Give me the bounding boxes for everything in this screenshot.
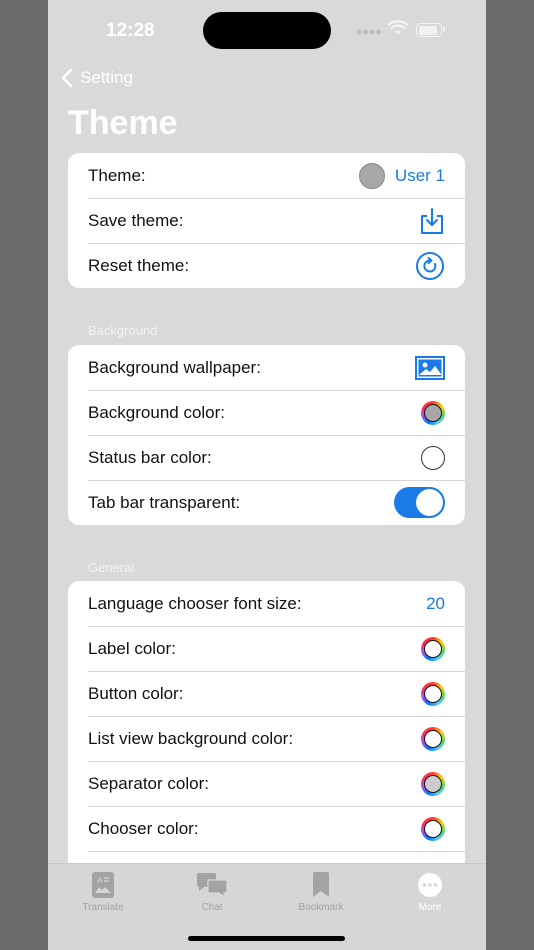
background-group: Background wallpaper: Background color: … (68, 345, 465, 525)
status-bar: 12:28 (48, 0, 486, 60)
save-theme-label: Save theme: (88, 210, 184, 230)
font-size-row[interactable]: Language chooser font size: 20 (68, 581, 465, 626)
separator-color-label: Separator color: (88, 773, 209, 793)
status-bar-color-swatch[interactable] (421, 445, 445, 470)
background-wallpaper-row: Background wallpaper: (68, 345, 465, 390)
background-wallpaper-label: Background wallpaper: (88, 357, 261, 377)
cellular-signal-icon (356, 29, 381, 35)
dynamic-island (203, 12, 331, 49)
status-time: 12:28 (106, 20, 155, 41)
theme-value[interactable]: User 1 (395, 166, 445, 186)
toggle-knob (416, 489, 443, 516)
tab-more[interactable]: More (390, 872, 470, 913)
svg-text:A: A (97, 876, 103, 885)
chooser-color-label: Chooser color: (88, 818, 199, 838)
tab-translate[interactable]: A Translate (63, 872, 143, 913)
battery-icon (416, 23, 445, 37)
separator-color-row: Separator color: (68, 761, 465, 806)
tab-translate-label: Translate (82, 902, 124, 913)
background-color-row: Background color: (68, 390, 465, 435)
reset-icon[interactable] (415, 251, 445, 281)
list-bg-color-label: List view background color: (88, 728, 294, 748)
wifi-icon (388, 20, 408, 35)
tab-bar-transparent-row: Tab bar transparent: (68, 480, 465, 525)
background-color-label: Background color: (88, 402, 226, 422)
label-color-swatch[interactable] (421, 636, 445, 661)
chooser-color-row: Chooser color: (68, 806, 465, 851)
page-title: Theme (68, 104, 178, 142)
label-color-row: Label color: (68, 626, 465, 671)
background-color-swatch[interactable] (421, 400, 445, 425)
download-icon[interactable] (419, 207, 445, 235)
reset-theme-row: Reset theme: (68, 243, 465, 288)
font-size-value[interactable]: 20 (426, 594, 445, 614)
status-bar-color-row: Status bar color: (68, 435, 465, 480)
separator-color-swatch[interactable] (421, 771, 445, 796)
home-indicator (188, 936, 345, 941)
theme-group: Theme: User 1 Save theme: Reset theme: (68, 153, 465, 288)
list-item (68, 851, 465, 863)
button-color-row: Button color: (68, 671, 465, 716)
phone-screen: 12:28 Setting Theme Theme: User 1 Save t… (48, 0, 486, 950)
chevron-left-icon (61, 68, 73, 88)
back-button[interactable]: Setting (61, 66, 133, 90)
general-section-header: General (88, 560, 135, 575)
button-color-swatch[interactable] (421, 681, 445, 706)
translate-icon: A (92, 872, 114, 898)
image-icon[interactable] (415, 355, 445, 380)
more-icon (418, 873, 442, 897)
tab-bookmark[interactable]: Bookmark (281, 872, 361, 913)
list-bg-color-swatch[interactable] (421, 726, 445, 751)
list-bg-color-row: List view background color: (68, 716, 465, 761)
tab-chat-label: Chat (201, 902, 223, 913)
tab-chat[interactable]: Chat (172, 872, 252, 913)
reset-theme-label: Reset theme: (88, 255, 190, 275)
bookmark-icon (313, 872, 329, 897)
tab-bar-transparent-toggle[interactable] (394, 487, 445, 518)
theme-row[interactable]: Theme: User 1 (68, 153, 465, 198)
button-color-label: Button color: (88, 683, 184, 703)
chooser-color-swatch[interactable] (421, 816, 445, 841)
tab-bar-transparent-label: Tab bar transparent: (88, 492, 241, 512)
tab-more-label: More (418, 902, 442, 913)
save-theme-row: Save theme: (68, 198, 465, 243)
chat-icon (197, 873, 228, 898)
background-section-header: Background (88, 323, 158, 338)
theme-label: Theme: (88, 165, 146, 185)
tab-bookmark-label: Bookmark (298, 902, 344, 913)
font-size-label: Language chooser font size: (88, 593, 302, 613)
status-bar-color-label: Status bar color: (88, 447, 212, 467)
label-color-label: Label color: (88, 638, 176, 658)
back-label: Setting (80, 68, 133, 87)
general-group: Language chooser font size: 20 Label col… (68, 581, 465, 863)
theme-swatch (358, 162, 385, 189)
